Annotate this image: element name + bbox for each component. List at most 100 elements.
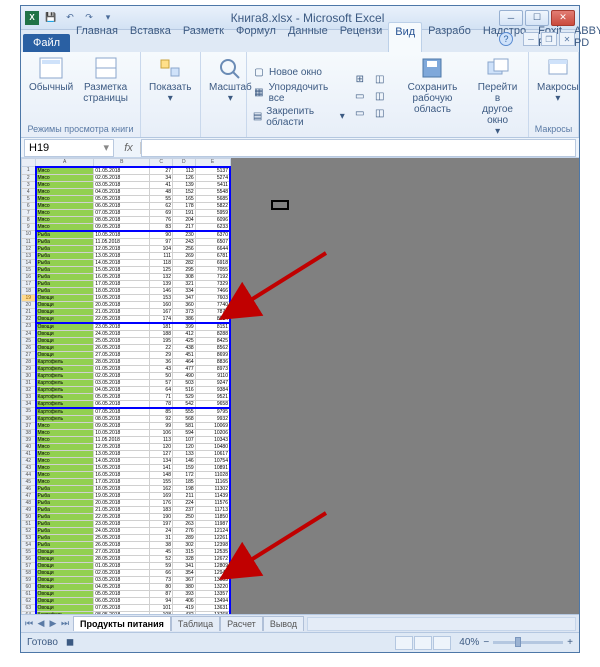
mdi-close-button[interactable]: ✕	[559, 32, 575, 46]
cell[interactable]: Овощи	[36, 351, 94, 358]
cell[interactable]: 5548	[195, 188, 230, 195]
cell[interactable]: 05.05.2018	[94, 590, 150, 597]
cell[interactable]: 43	[150, 365, 173, 372]
cell[interactable]: 8151	[195, 323, 230, 331]
sheet-tab[interactable]: Таблица	[171, 616, 220, 631]
split-button[interactable]: ⊞	[353, 72, 367, 88]
row-header[interactable]: 11	[22, 238, 36, 245]
cell[interactable]: Рыба	[36, 280, 94, 287]
unhide-button[interactable]: ▭	[353, 106, 367, 122]
cell[interactable]: Овощи	[36, 315, 94, 323]
mdi-minimize-button[interactable]: ─	[523, 32, 539, 46]
cell[interactable]: 16.05.2018	[94, 471, 150, 478]
cell[interactable]: 160	[150, 301, 173, 308]
cell[interactable]: 92	[150, 415, 173, 422]
cell[interactable]: 321	[172, 280, 195, 287]
normal-view-statusbtn[interactable]	[395, 636, 413, 650]
row-header[interactable]: 64	[22, 611, 36, 614]
cell[interactable]: Картофель	[36, 400, 94, 408]
cell[interactable]: 198	[172, 485, 195, 492]
cell[interactable]: Картофель	[36, 386, 94, 393]
cell[interactable]: 03.05.2018	[94, 181, 150, 188]
row-header[interactable]: 41	[22, 450, 36, 457]
cell[interactable]: Овощи	[36, 301, 94, 308]
ribbon-tab-разрабо[interactable]: Разрабо	[422, 22, 477, 52]
cell[interactable]: 6096	[195, 216, 230, 223]
cell[interactable]: 9110	[195, 372, 230, 379]
cell[interactable]: 12124	[195, 527, 230, 534]
row-header[interactable]: 40	[22, 443, 36, 450]
cell[interactable]: 25.05.2018	[94, 534, 150, 541]
cell[interactable]: Овощи	[36, 562, 94, 569]
row-header[interactable]: 2	[22, 174, 36, 181]
row-header[interactable]: 39	[22, 436, 36, 443]
cell[interactable]: Рыба	[36, 231, 94, 239]
cell[interactable]: 31	[150, 534, 173, 541]
cell[interactable]: 8288	[195, 330, 230, 337]
ribbon-tab-формул[interactable]: Формул	[230, 22, 282, 52]
col-header[interactable]	[22, 159, 36, 167]
row-header[interactable]: 25	[22, 337, 36, 344]
cell[interactable]: 230	[172, 231, 195, 239]
row-header[interactable]: 52	[22, 527, 36, 534]
cell[interactable]: 172	[172, 471, 195, 478]
row-header[interactable]: 50	[22, 513, 36, 520]
show-button[interactable]: Показать▾	[146, 55, 195, 132]
cell[interactable]: 354	[172, 569, 195, 576]
cell[interactable]: 250	[172, 513, 195, 520]
cell[interactable]: 9658	[195, 400, 230, 408]
cell[interactable]: 148	[150, 471, 173, 478]
cell[interactable]: 62	[150, 202, 173, 209]
cell[interactable]: 38	[150, 541, 173, 548]
cell[interactable]: 139	[150, 280, 173, 287]
cell[interactable]: Рыба	[36, 238, 94, 245]
cell[interactable]: 05.05.2018	[94, 393, 150, 400]
cell[interactable]: 06.05.2018	[94, 597, 150, 604]
cell[interactable]: 9247	[195, 379, 230, 386]
cell[interactable]: 09.05.2018	[94, 223, 150, 231]
view-side1-button[interactable]: ◫	[373, 72, 387, 88]
cell[interactable]: 181	[150, 323, 173, 331]
cell[interactable]: 5959	[195, 209, 230, 216]
row-header[interactable]: 16	[22, 273, 36, 280]
cell[interactable]: Рыба	[36, 492, 94, 499]
save-workspace-button[interactable]: Сохранить рабочую область	[397, 55, 468, 138]
cell[interactable]: 7466	[195, 287, 230, 294]
cell[interactable]: Рыба	[36, 527, 94, 534]
cell[interactable]: 22.05.2018	[94, 513, 150, 520]
cell[interactable]: 13.05.2018	[94, 450, 150, 457]
cell[interactable]: 85	[150, 408, 173, 416]
row-header[interactable]: 3	[22, 181, 36, 188]
cell[interactable]: 14.05.2018	[94, 259, 150, 266]
cell[interactable]: 581	[172, 422, 195, 429]
cell[interactable]: Овощи	[36, 583, 94, 590]
cell[interactable]: 13220	[195, 583, 230, 590]
worksheet-grid[interactable]: ABCDE1Мясо01.05.20182711351372Мясо02.05.…	[21, 158, 231, 614]
qat-save-icon[interactable]: 💾	[43, 10, 59, 26]
cell[interactable]: 36	[150, 358, 173, 365]
cell[interactable]: 425	[172, 337, 195, 344]
sheet-nav-prev-icon[interactable]: ◀	[35, 618, 47, 629]
cell[interactable]: 18.05.2018	[94, 287, 150, 294]
cell[interactable]: 380	[172, 583, 195, 590]
cell[interactable]: Мясо	[36, 216, 94, 223]
cell[interactable]: 16.05.2018	[94, 273, 150, 280]
cell[interactable]: 125	[150, 266, 173, 273]
cell[interactable]: 8425	[195, 337, 230, 344]
sheet-tab[interactable]: Продукты питания	[73, 616, 171, 631]
cell[interactable]: 45	[150, 548, 173, 555]
cell[interactable]: 204	[172, 216, 195, 223]
row-header[interactable]: 55	[22, 548, 36, 555]
cell[interactable]: 09.05.2018	[94, 422, 150, 429]
cell[interactable]: 127	[150, 450, 173, 457]
cell[interactable]: 120	[150, 443, 173, 450]
cell[interactable]: 21.05.2018	[94, 308, 150, 315]
sheet-nav-last-icon[interactable]: ⏭	[59, 618, 71, 629]
cell[interactable]: 406	[172, 597, 195, 604]
cell[interactable]: Мясо	[36, 209, 94, 216]
row-header[interactable]: 29	[22, 365, 36, 372]
row-header[interactable]: 56	[22, 555, 36, 562]
row-header[interactable]: 21	[22, 308, 36, 315]
cell[interactable]: 06.05.2018	[94, 400, 150, 408]
cell[interactable]: Мясо	[36, 195, 94, 202]
